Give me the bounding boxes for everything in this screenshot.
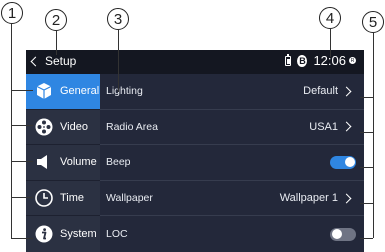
leader-line-1 <box>11 24 12 239</box>
setting-row-loc: LOC <box>100 216 364 252</box>
leader-line-5-radio <box>360 132 373 133</box>
callout-2: 2 <box>45 9 67 31</box>
setting-row-radio-area[interactable]: Radio Area USA1 <box>100 110 364 146</box>
settings-list: Lighting Default Radio Area USA1 Beep Wa… <box>100 74 364 252</box>
callout-4: 4 <box>319 7 341 29</box>
setting-label: Radio Area <box>106 120 158 133</box>
page-title: Setup <box>45 54 77 68</box>
toggle-knob <box>344 157 355 168</box>
leader-line-5-beep <box>360 167 373 168</box>
leader-line-1-volume <box>11 161 33 162</box>
leader-line-4 <box>330 29 331 57</box>
setting-row-lighting[interactable]: Lighting Default <box>100 74 364 110</box>
leader-line-1-general <box>11 90 33 91</box>
sidebar-item-label: System <box>60 228 97 241</box>
leader-line-5-lighting <box>360 97 373 98</box>
leader-line-3 <box>118 30 119 92</box>
sidebar-item-time[interactable]: Time <box>26 181 100 217</box>
back-button[interactable]: Setup <box>30 54 77 68</box>
chevron-right-icon <box>341 193 352 204</box>
toggle-knob <box>331 229 342 240</box>
registered-icon: R <box>349 57 356 64</box>
leader-line-5 <box>373 33 374 238</box>
callout-5: 5 <box>362 11 384 33</box>
leader-line-1-video <box>11 125 33 126</box>
loc-toggle[interactable] <box>330 227 356 241</box>
setting-label: Beep <box>106 156 131 169</box>
info-icon <box>32 222 56 246</box>
setting-label: Lighting <box>106 85 143 98</box>
chevron-left-icon <box>30 56 41 67</box>
setting-label: Wallpaper <box>106 192 153 205</box>
status-icons: B 12:06 R <box>285 53 356 68</box>
leader-line-1-system <box>11 238 33 239</box>
sidebar-item-system[interactable]: System <box>26 216 100 252</box>
cube-icon <box>32 79 56 103</box>
leader-line-1-time <box>11 197 33 198</box>
beep-toggle[interactable] <box>330 155 356 169</box>
status-bar: Setup B 12:06 R <box>26 50 364 74</box>
speaker-icon <box>32 150 56 174</box>
sidebar: General Video Volume Time System <box>26 74 100 252</box>
setting-value: Default <box>303 85 338 98</box>
sidebar-item-label: General <box>60 85 100 98</box>
setting-row-beep: Beep <box>100 145 364 181</box>
battery-icon <box>285 53 292 66</box>
setting-value: USA1 <box>309 120 338 133</box>
chevron-right-icon <box>341 86 352 97</box>
callout-3: 3 <box>107 8 129 30</box>
film-reel-icon <box>32 115 56 139</box>
device-screen: Setup B 12:06 R General Video Volume Tim… <box>26 50 364 252</box>
sidebar-item-label: Video <box>60 120 88 133</box>
sidebar-item-label: Time <box>60 192 85 205</box>
setting-label: LOC <box>106 228 128 241</box>
callout-1: 1 <box>1 2 23 24</box>
leader-line-5-wallpaper <box>360 203 373 204</box>
sidebar-item-video[interactable]: Video <box>26 110 100 146</box>
chevron-right-icon <box>341 121 352 132</box>
leader-line-2 <box>56 31 57 55</box>
leader-line-5-loc <box>360 238 373 239</box>
sidebar-item-volume[interactable]: Volume <box>26 145 100 181</box>
setting-value: Wallpaper 1 <box>279 192 338 205</box>
sidebar-item-general[interactable]: General <box>26 74 100 110</box>
setting-row-wallpaper[interactable]: Wallpaper Wallpaper 1 <box>100 181 364 217</box>
bluetooth-icon: B <box>297 54 308 67</box>
clock-icon <box>32 186 56 210</box>
sidebar-item-label: Volume <box>60 156 97 169</box>
